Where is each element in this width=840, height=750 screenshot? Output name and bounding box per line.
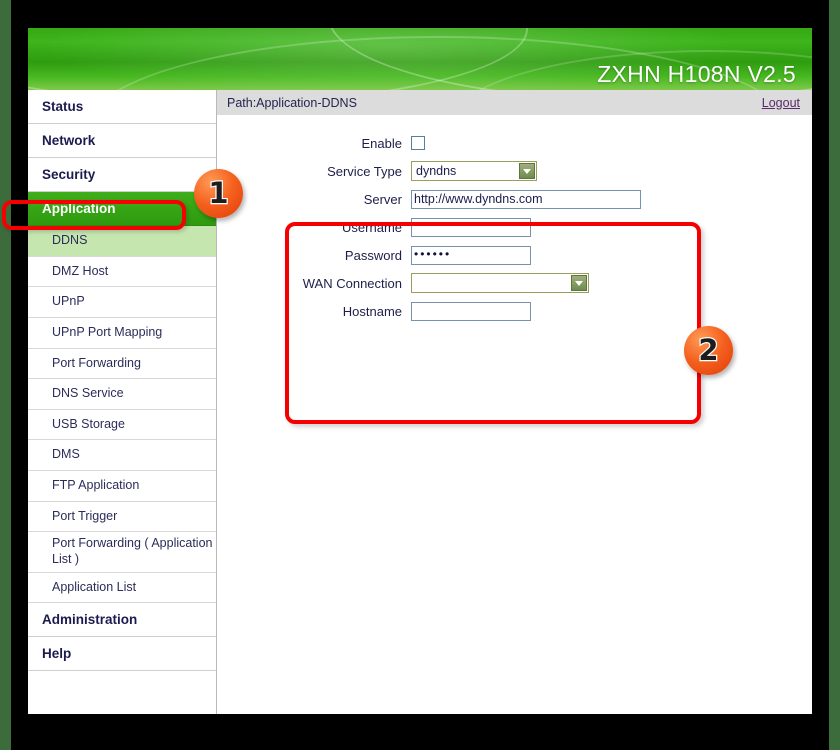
- form-row-enable: Enable: [217, 130, 812, 156]
- wan-connection-select[interactable]: [411, 273, 589, 293]
- enable-label: Enable: [361, 135, 402, 151]
- password-label: Password: [344, 247, 402, 263]
- sidebar-item-ftp-application[interactable]: FTP Application: [28, 471, 216, 502]
- server-label: Server: [363, 191, 402, 207]
- form-row-wan-connection: WAN Connection: [217, 270, 812, 296]
- page-body: Status Network Security Application DDNS…: [28, 90, 812, 714]
- wan-connection-label: WAN Connection: [302, 275, 402, 291]
- content-area: Path:Application-DDNS Logout Enable Serv…: [217, 90, 812, 714]
- sidebar-nav: Status Network Security Application DDNS…: [28, 90, 217, 714]
- ddns-form: Enable Service Type dyndns Server http:/…: [217, 116, 812, 424]
- service-type-label: Service Type: [327, 163, 402, 179]
- annotation-badge-1-number: 1: [207, 176, 230, 210]
- annotation-badge-2-number: 2: [697, 333, 720, 367]
- server-input[interactable]: [411, 189, 641, 209]
- sidebar-item-port-forwarding[interactable]: Port Forwarding: [28, 349, 216, 380]
- hostname-label: Hostname: [342, 303, 402, 319]
- sidebar-item-dmz-host[interactable]: DMZ Host: [28, 257, 216, 288]
- sidebar-item-upnp-port-mapping[interactable]: UPnP Port Mapping: [28, 318, 216, 349]
- sidebar-item-port-forwarding-application-list[interactable]: Port Forwarding ( Application List ): [28, 532, 216, 573]
- sidebar-item-upnp[interactable]: UPnP: [28, 287, 216, 318]
- screenshot-root: ZXHN H108N V2.5 Status Network Security …: [0, 0, 840, 750]
- form-row-password: Password ••••••: [217, 242, 812, 268]
- hostname-input[interactable]: [411, 301, 531, 321]
- breadcrumb-bar: Path:Application-DDNS Logout: [217, 90, 812, 116]
- sidebar-item-help[interactable]: Help: [28, 637, 216, 672]
- service-type-select[interactable]: dyndns: [411, 161, 537, 181]
- form-row-hostname: Hostname: [217, 298, 812, 324]
- form-row-server: Server: [217, 186, 812, 212]
- sidebar-item-security[interactable]: Security: [28, 158, 216, 192]
- enable-checkbox[interactable]: [411, 136, 425, 150]
- sidebar-item-ddns[interactable]: DDNS: [28, 226, 216, 257]
- form-row-service-type: Service Type dyndns: [217, 158, 812, 184]
- logout-link[interactable]: Logout: [762, 96, 800, 110]
- sidebar-item-dns-service[interactable]: DNS Service: [28, 379, 216, 410]
- sidebar-item-network[interactable]: Network: [28, 124, 216, 158]
- service-type-value: dyndns: [416, 164, 457, 178]
- sidebar-item-administration[interactable]: Administration: [28, 603, 216, 638]
- sidebar-item-application-list[interactable]: Application List: [28, 573, 216, 604]
- product-title: ZXHN H108N V2.5: [597, 61, 796, 87]
- sidebar-item-port-trigger[interactable]: Port Trigger: [28, 502, 216, 533]
- password-input[interactable]: ••••••: [411, 245, 531, 265]
- sidebar-item-application[interactable]: Application: [28, 192, 216, 226]
- chevron-down-icon[interactable]: [571, 275, 587, 291]
- username-label: Username: [342, 219, 402, 235]
- chevron-down-icon[interactable]: [519, 163, 535, 179]
- annotation-badge-2: 2: [684, 326, 733, 375]
- sidebar-item-status[interactable]: Status: [28, 90, 216, 124]
- annotation-badge-1: 1: [194, 169, 243, 218]
- sidebar-item-usb-storage[interactable]: USB Storage: [28, 410, 216, 441]
- sidebar-item-dms[interactable]: DMS: [28, 440, 216, 471]
- password-masked-value: ••••••: [414, 246, 452, 261]
- username-input[interactable]: [411, 217, 531, 237]
- breadcrumb: Path:Application-DDNS: [227, 95, 357, 110]
- form-row-username: Username: [217, 214, 812, 240]
- page-banner: ZXHN H108N V2.5: [28, 28, 812, 90]
